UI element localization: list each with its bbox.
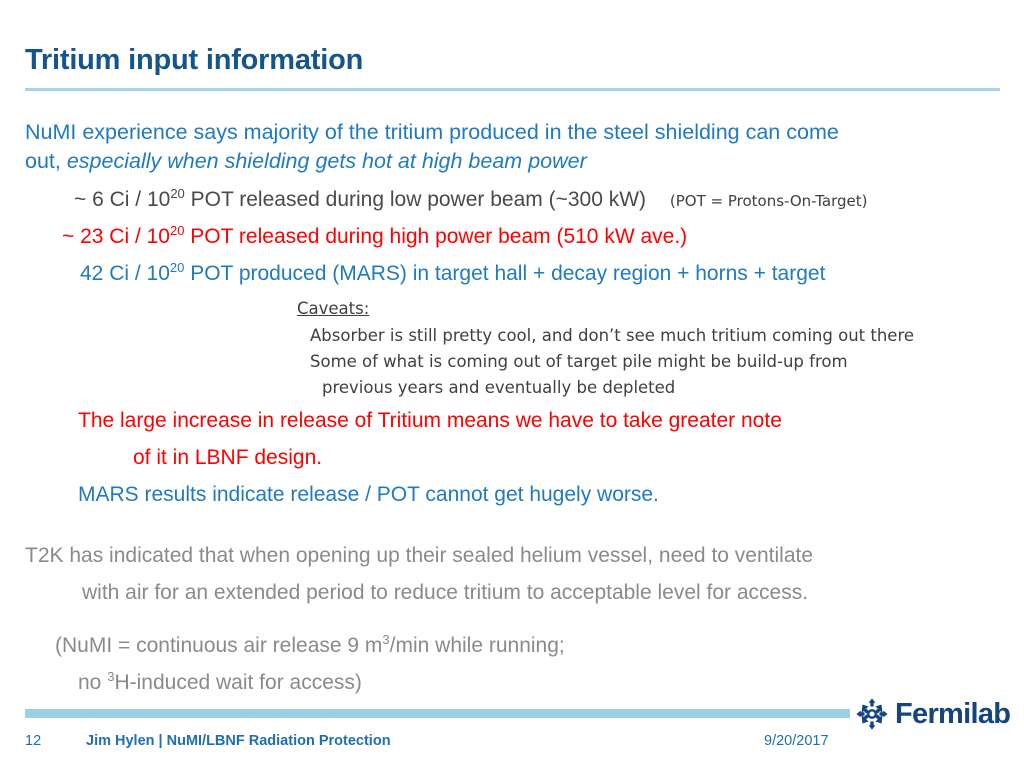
numi-release-line-1-post: /min while running;	[389, 634, 565, 657]
emphasis-line-1: The large increase in release of Tritium…	[78, 409, 782, 432]
bullet-mars-produced-post: POT produced (MARS) in target hall + dec…	[184, 262, 826, 285]
bullet-low-power-post: POT released during low power beam (~300…	[184, 188, 647, 211]
fermilab-wordmark: Fermilab	[895, 697, 1011, 730]
footer-divider-bar	[25, 709, 850, 718]
slide: Tritium input information NuMI experienc…	[0, 0, 1024, 768]
caveat-item-3: previous years and eventually be deplete…	[322, 378, 676, 397]
bullet-high-power-exponent: 20	[169, 223, 185, 238]
bullet-low-power: ~ 6 Ci / 1020 POT released during low po…	[74, 186, 868, 212]
pot-definition-note: (POT = Protons-On-Target)	[669, 192, 868, 210]
intro-line-2-italic: especially when shielding gets hot at hi…	[66, 149, 587, 173]
numi-cubic-meter-exponent: 3	[382, 632, 390, 647]
intro-line-2-prefix: out,	[25, 149, 67, 173]
footer-author-affiliation: Jim Hylen | NuMI/LBNF Radiation Protecti…	[86, 733, 391, 749]
bullet-mars-produced-pre: 42 Ci / 10	[80, 262, 170, 285]
bullet-low-power-exponent: 20	[170, 186, 185, 201]
bullet-mars-produced: 42 Ci / 1020 POT produced (MARS) in targ…	[80, 260, 826, 286]
emphasis-line-2: of it in LBNF design.	[133, 446, 323, 469]
fermilab-logo: Fermilab	[855, 697, 1011, 731]
intro-line-1: NuMI experience says majority of the tri…	[25, 120, 839, 144]
numi-release-line-1-pre: (NuMI = continuous air release 9 m	[55, 634, 383, 657]
numi-release-line-2-pre: no	[78, 671, 108, 694]
page-title: Tritium input information	[25, 44, 364, 76]
fermilab-symbol-icon	[856, 698, 888, 730]
slide-number: 12	[25, 733, 42, 749]
title-divider	[25, 88, 1000, 91]
bullet-mars-produced-exponent: 20	[169, 260, 185, 275]
mars-result-line: MARS results indicate release / POT cann…	[78, 483, 659, 506]
caveat-item-1: Absorber is still pretty cool, and don’t…	[310, 326, 915, 345]
t2k-line-2: with air for an extended period to reduc…	[82, 581, 809, 604]
caveats-heading: Caveats:	[297, 299, 370, 318]
intro-line-2: out, especially when shielding gets hot …	[25, 149, 587, 173]
bullet-high-power-post: POT released during high power beam (510…	[184, 225, 688, 248]
numi-release-line-1: (NuMI = continuous air release 9 m3/min …	[55, 632, 565, 658]
footer-date: 9/20/2017	[764, 733, 829, 749]
bullet-low-power-pre: ~ 6 Ci / 10	[74, 188, 171, 211]
bullet-high-power-pre: ~ 23 Ci / 10	[62, 225, 170, 248]
numi-release-line-2-post: H-induced wait for access)	[114, 671, 362, 694]
bullet-high-power: ~ 23 Ci / 1020 POT released during high …	[62, 223, 688, 249]
caveat-item-2: Some of what is coming out of target pil…	[310, 352, 848, 371]
numi-release-line-2: no 3H-induced wait for access)	[78, 670, 362, 695]
t2k-line-1: T2K has indicated that when opening up t…	[25, 544, 814, 567]
